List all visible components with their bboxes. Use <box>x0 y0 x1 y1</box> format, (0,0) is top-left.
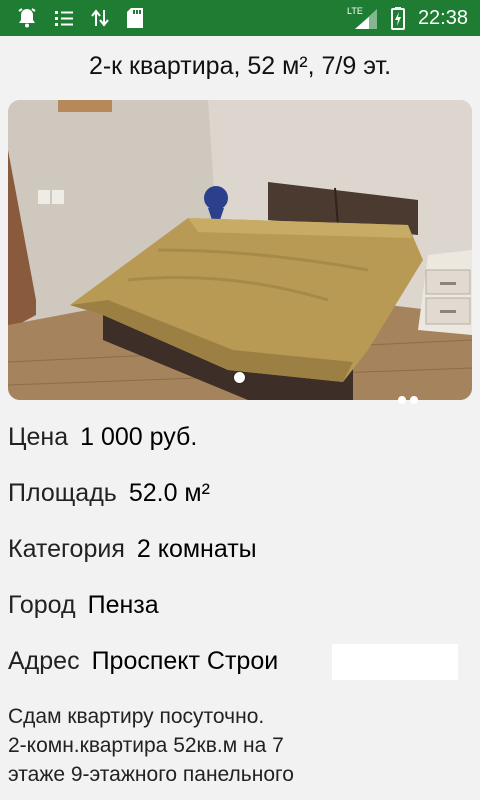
city-value: Пенза <box>87 591 159 619</box>
sd-card-icon <box>122 0 148 36</box>
svg-text:LTE: LTE <box>347 6 363 16</box>
price-label: Цена <box>8 423 69 451</box>
price-value: 1 000 руб. <box>80 423 198 451</box>
description-line: 2-комн.квартира 52кв.м на 7 <box>8 734 284 757</box>
price-row: Цена 1 000 руб. <box>8 417 197 457</box>
lte-signal-icon: LTE <box>346 0 380 36</box>
area-row: Площадь 52.0 м² <box>8 473 210 513</box>
alarm-bell-icon <box>12 0 42 36</box>
address-label: Адрес <box>8 647 80 675</box>
description-line: этаже 9-этажного панельного <box>8 763 294 786</box>
category-value: 2 комнаты <box>136 535 257 563</box>
photo-pager-dot-active <box>234 372 245 383</box>
category-row: Категория 2 комнаты <box>8 529 257 569</box>
city-row: Город Пенза <box>8 585 159 625</box>
clock: 22:38 <box>417 7 468 29</box>
list-icon <box>50 0 78 36</box>
description-line: Сдам квартиру посуточно. <box>8 705 265 728</box>
photo-pager-dot <box>398 396 406 404</box>
listing-description: Сдам квартиру посуточно. 2-комн.квартира… <box>8 702 388 789</box>
category-label: Категория <box>8 535 125 563</box>
status-bar: LTE 22:38 <box>0 0 480 36</box>
area-value: 52.0 м² <box>128 479 210 507</box>
address-row: Адрес Проспект Строи <box>8 641 278 681</box>
address-value: Проспект Строи <box>91 647 279 675</box>
city-label: Город <box>8 591 76 619</box>
listing-photo[interactable] <box>8 100 472 400</box>
data-transfer-icon <box>86 0 114 36</box>
photo-pager-dot <box>410 396 418 404</box>
listing-title: 2-к квартира, 52 м², 7/9 эт. <box>88 52 392 80</box>
battery-charging-icon <box>388 0 408 36</box>
address-redaction <box>332 644 458 680</box>
area-label: Площадь <box>8 479 117 507</box>
